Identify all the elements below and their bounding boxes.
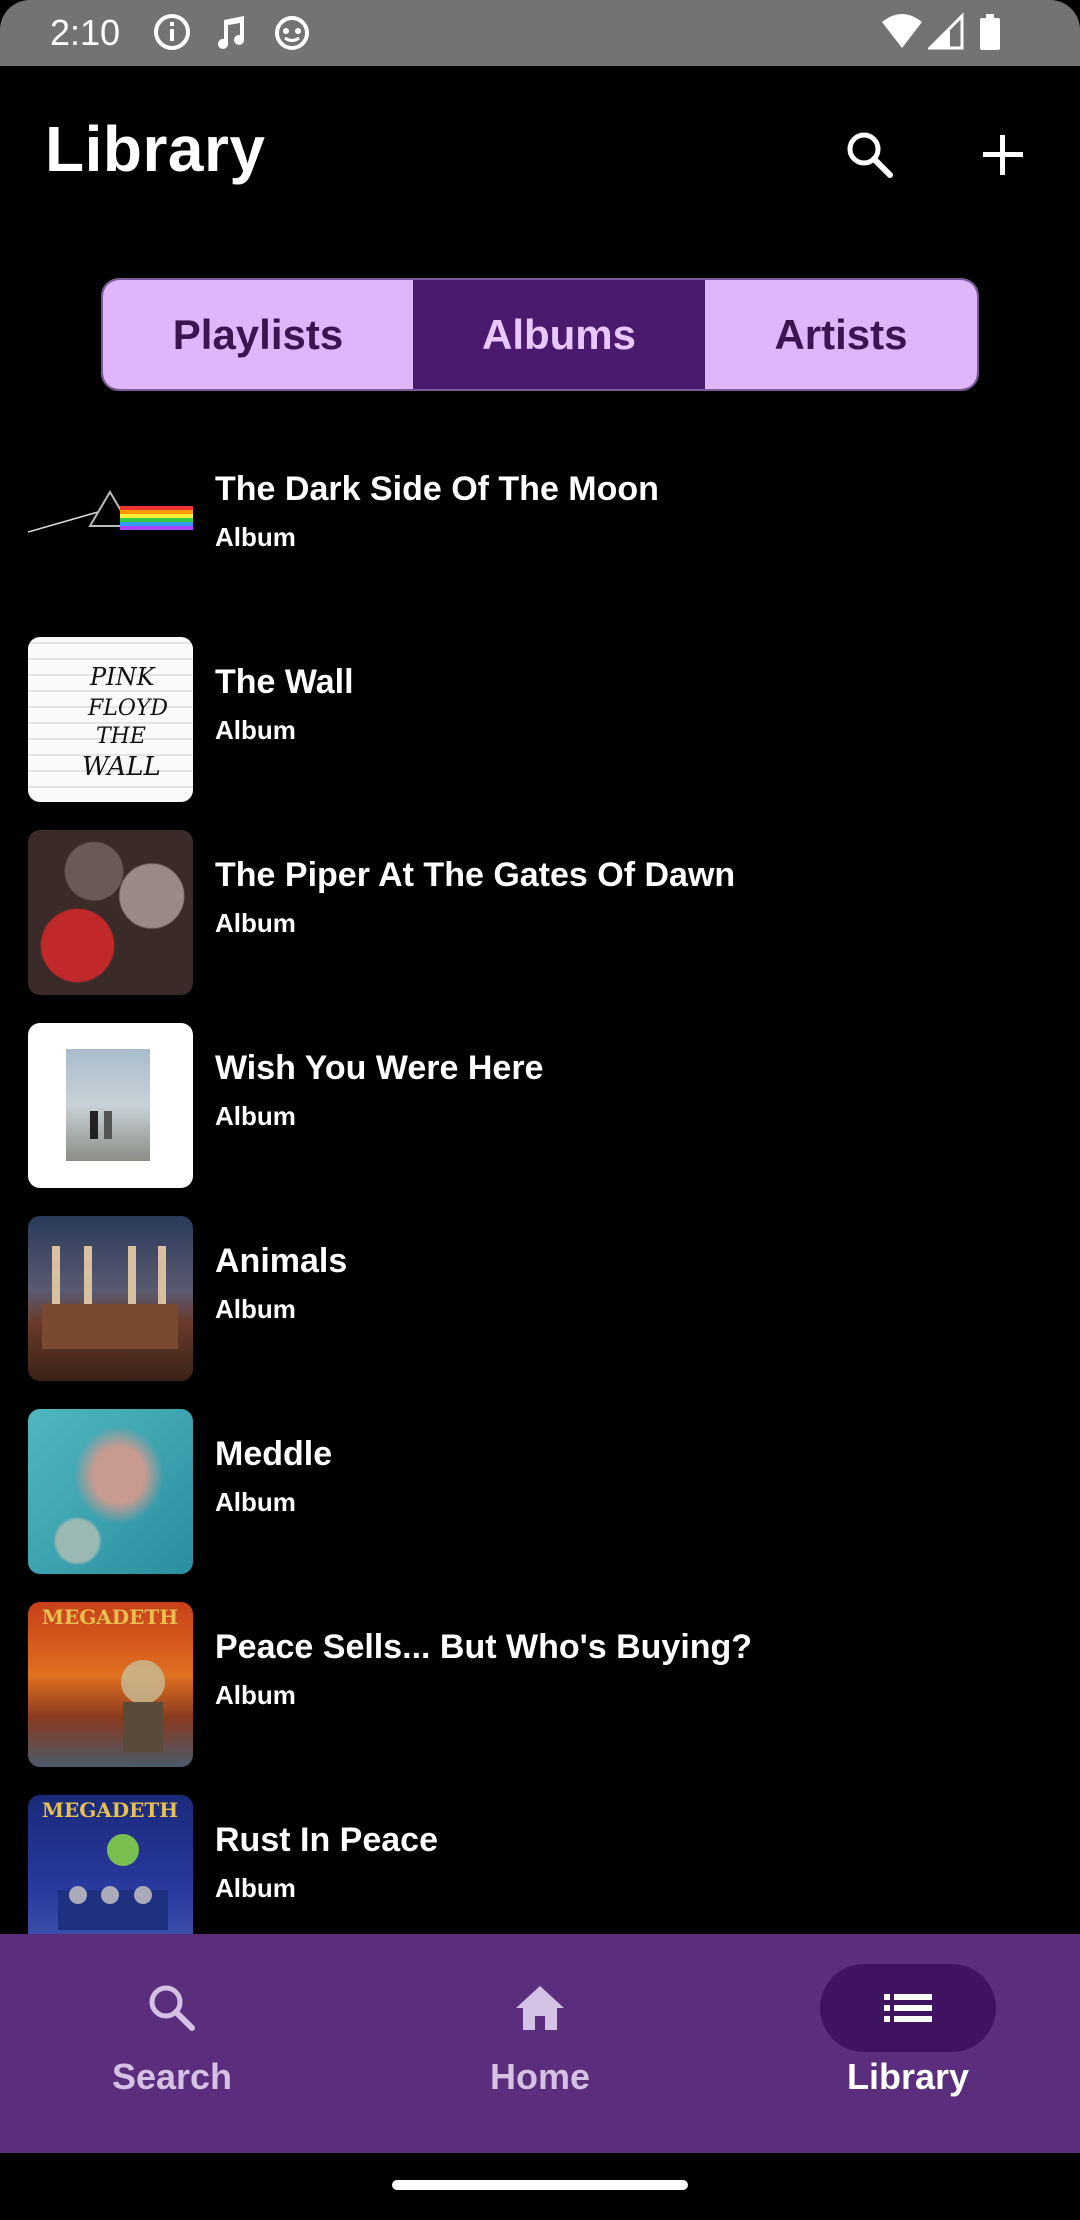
tab-playlists[interactable]: Playlists bbox=[103, 280, 413, 389]
music-note-icon bbox=[218, 16, 244, 49]
album-type: Album bbox=[215, 1101, 296, 1131]
nav-library[interactable]: Library bbox=[760, 1964, 1060, 2134]
album-title: Rust In Peace bbox=[215, 1821, 438, 1859]
album-type: Album bbox=[215, 1873, 296, 1903]
status-bar: 2:10 bbox=[0, 0, 1080, 66]
album-list: The Dark Side Of The Moon Album PINK FLO… bbox=[0, 424, 1080, 1968]
list-item[interactable]: The Piper At The Gates Of Dawn Album bbox=[0, 810, 1080, 1003]
album-title: Wish You Were Here bbox=[215, 1049, 544, 1087]
list-item[interactable]: Wish You Were Here Album bbox=[0, 1003, 1080, 1196]
status-time: 2:10 bbox=[50, 12, 121, 53]
bottom-navigation: Search Home Library bbox=[0, 1934, 1080, 2153]
album-type: Album bbox=[215, 1487, 296, 1517]
list-item[interactable]: PINK FLOYD THE WALL The Wall Album bbox=[0, 617, 1080, 810]
cellular-signal-icon bbox=[928, 12, 964, 50]
album-type: Album bbox=[215, 522, 296, 552]
album-title: The Dark Side Of The Moon bbox=[215, 470, 659, 508]
megadeth-logo: MEGADETH bbox=[42, 1605, 178, 1629]
nav-home[interactable]: Home bbox=[392, 1964, 692, 2134]
search-button[interactable] bbox=[830, 115, 910, 195]
album-type: Album bbox=[215, 908, 296, 938]
list-item[interactable]: MEGADETH Peace Sells... But Who's Buying… bbox=[0, 1582, 1080, 1775]
tab-artists[interactable]: Artists bbox=[705, 280, 977, 389]
album-type: Album bbox=[215, 1294, 296, 1324]
library-filter-tabs: Playlists Albums Artists bbox=[101, 278, 979, 391]
nav-label: Library bbox=[846, 2056, 970, 2097]
wifi-icon bbox=[882, 14, 922, 48]
wall-cover-word: WALL bbox=[82, 752, 161, 782]
album-type: Album bbox=[215, 1680, 296, 1710]
album-art-wish-you-were-here bbox=[28, 1023, 193, 1188]
album-art-animals bbox=[28, 1216, 193, 1381]
add-button[interactable] bbox=[963, 115, 1043, 195]
search-icon bbox=[132, 1978, 212, 2038]
megadeth-logo: MEGADETH bbox=[42, 1798, 178, 1822]
page-title: Library bbox=[45, 113, 266, 185]
tab-albums[interactable]: Albums bbox=[413, 280, 705, 389]
album-title: Meddle bbox=[215, 1435, 333, 1473]
gesture-home-bar[interactable] bbox=[392, 2180, 688, 2190]
album-type: Album bbox=[215, 715, 296, 745]
wall-cover-word: THE bbox=[96, 724, 146, 749]
nav-label: Home bbox=[489, 2056, 591, 2097]
album-art-piper bbox=[28, 830, 193, 995]
nav-label: Search bbox=[111, 2056, 233, 2097]
home-icon bbox=[500, 1978, 580, 2038]
album-title: Animals bbox=[215, 1242, 348, 1280]
album-title: Peace Sells... But Who's Buying? bbox=[215, 1628, 753, 1666]
album-art-dark-side bbox=[28, 444, 193, 609]
app-notification-icon bbox=[275, 16, 309, 50]
list-item[interactable]: Meddle Album bbox=[0, 1389, 1080, 1582]
battery-icon bbox=[980, 14, 1000, 50]
album-art-meddle bbox=[28, 1409, 193, 1574]
list-item[interactable]: Animals Album bbox=[0, 1196, 1080, 1389]
wall-cover-word: FLOYD bbox=[87, 696, 168, 721]
search-icon bbox=[847, 132, 893, 178]
album-art-peace-sells: MEGADETH bbox=[28, 1602, 193, 1767]
nav-search[interactable]: Search bbox=[24, 1964, 324, 2134]
list-icon bbox=[868, 1978, 948, 2038]
album-title: The Piper At The Gates Of Dawn bbox=[215, 856, 736, 894]
info-icon bbox=[154, 14, 190, 50]
album-art-the-wall: PINK FLOYD THE WALL bbox=[28, 637, 193, 802]
album-title: The Wall bbox=[215, 663, 354, 701]
wall-cover-word: PINK bbox=[89, 663, 157, 691]
plus-icon bbox=[983, 135, 1023, 175]
list-item[interactable]: The Dark Side Of The Moon Album bbox=[0, 424, 1080, 617]
